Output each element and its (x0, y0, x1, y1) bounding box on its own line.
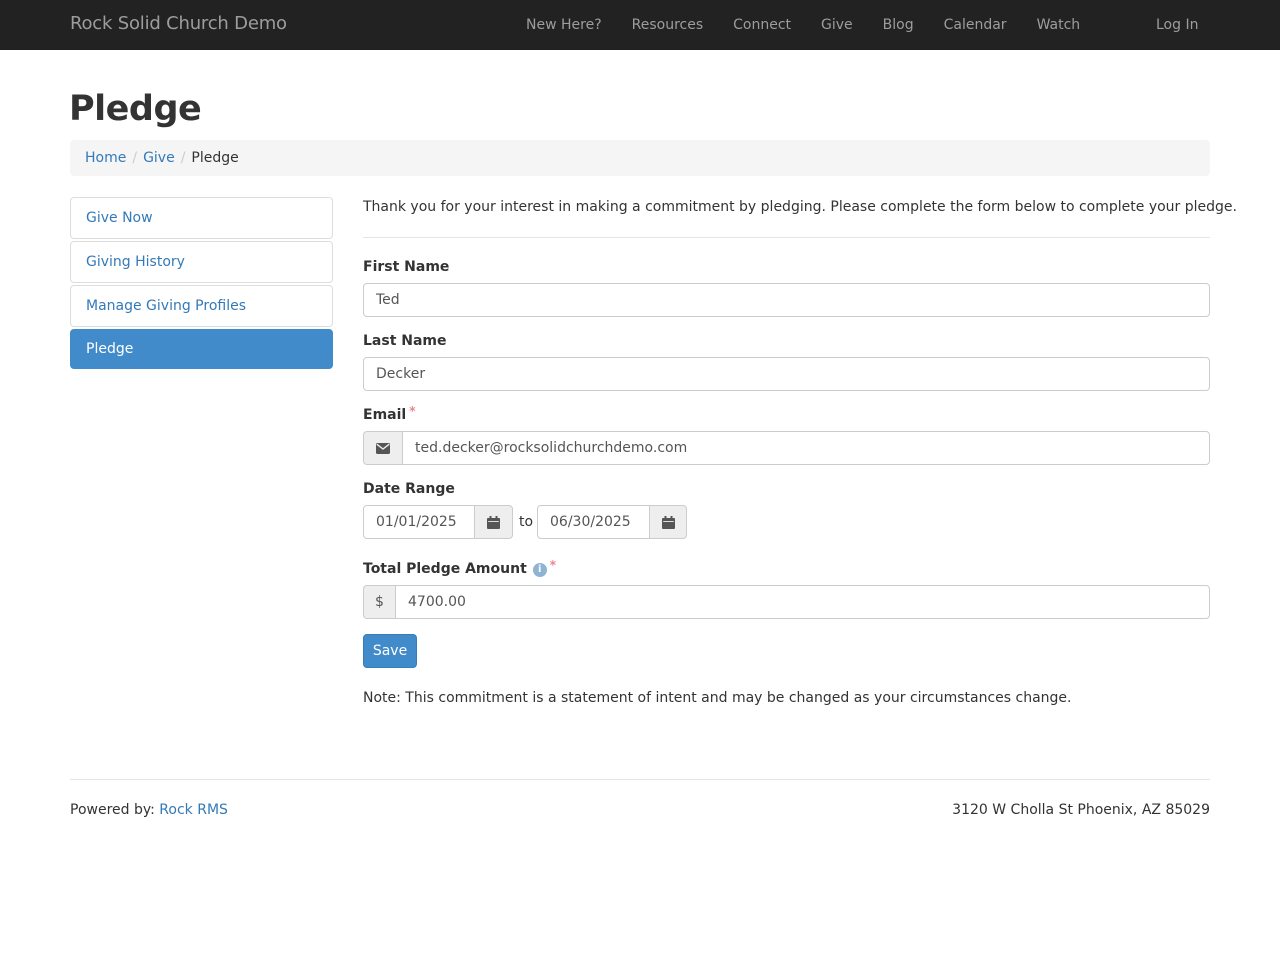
breadcrumb-separator: / (180, 150, 186, 166)
breadcrumb-give[interactable]: Give (143, 150, 175, 166)
pledge-amount-input[interactable]: 4700.00 (395, 585, 1210, 619)
footer-divider (70, 779, 1210, 780)
date-range-label: Date Range (363, 481, 455, 497)
calendar-icon[interactable] (474, 505, 513, 539)
required-indicator: * (409, 404, 416, 418)
nav-item-resources[interactable]: Resources (617, 0, 719, 50)
end-date-input[interactable]: 06/30/2025 (537, 505, 650, 539)
breadcrumb: Home / Give / Pledge (70, 140, 1210, 176)
page-title: Pledge (69, 89, 202, 129)
breadcrumb-separator: / (132, 150, 138, 166)
last-name-label: Last Name (363, 333, 447, 349)
nav-item-watch[interactable]: Watch (1022, 0, 1096, 50)
last-name-input[interactable]: Decker (363, 357, 1210, 391)
site-brand[interactable]: Rock Solid Church Demo (70, 13, 287, 34)
sidebar-item-giving-history[interactable]: Giving History (70, 241, 333, 283)
start-date-input[interactable]: 01/01/2025 (363, 505, 476, 539)
pledge-intro-block: Thank you for your interest in making a … (363, 197, 1237, 238)
sidebar-item-pledge[interactable]: Pledge (70, 329, 333, 369)
date-range-to: to (519, 514, 534, 530)
nav-item-new-here[interactable]: New Here? (511, 0, 617, 50)
envelope-icon (363, 431, 403, 465)
footer-powered-by: Powered by: Rock RMS (70, 800, 228, 820)
nav-item-blog[interactable]: Blog (868, 0, 929, 50)
required-indicator: * (549, 558, 557, 572)
first-name-input[interactable]: Ted (363, 283, 1210, 317)
sidebar-item-manage-giving-profiles[interactable]: Manage Giving Profiles (70, 285, 333, 327)
breadcrumb-home[interactable]: Home (85, 150, 126, 166)
rock-rms-link[interactable]: Rock RMS (159, 802, 228, 818)
first-name-label: First Name (363, 259, 450, 275)
info-icon[interactable]: i (532, 563, 547, 577)
sidebar-item-give-now[interactable]: Give Now (70, 197, 333, 239)
top-navbar: Rock Solid Church Demo New Here? Resourc… (0, 0, 1280, 50)
nav-item-give[interactable]: Give (806, 0, 868, 50)
commitment-note: Note: This commitment is a statement of … (363, 690, 1072, 706)
login-link[interactable]: Log In (1141, 0, 1213, 50)
breadcrumb-current: Pledge (191, 150, 239, 166)
intro-text: Thank you for your interest in making a … (363, 199, 1237, 215)
powered-by-label: Powered by: (70, 802, 155, 818)
divider (363, 237, 1210, 238)
footer-address: 3120 W Cholla St Phoenix, AZ 85029 (952, 802, 1210, 818)
giving-sidebar: Give Now Giving History Manage Giving Pr… (70, 197, 333, 371)
nav-item-connect[interactable]: Connect (718, 0, 806, 50)
email-label: Email * (363, 404, 416, 423)
nav-item-calendar[interactable]: Calendar (929, 0, 1022, 50)
calendar-icon[interactable] (649, 505, 687, 539)
pledge-amount-label: Total Pledge Amount i * (363, 558, 557, 578)
main-nav: New Here? Resources Connect Give Blog Ca… (511, 0, 1095, 50)
currency-addon: $ (363, 585, 396, 619)
email-input[interactable]: ted.decker@rocksolidchurchdemo.com (402, 431, 1210, 465)
email-label-text: Email (363, 407, 407, 423)
save-button[interactable]: Save (363, 634, 417, 668)
pledge-amount-label-text: Total Pledge Amount (363, 561, 527, 577)
login-nav: Log In (1141, 0, 1213, 50)
